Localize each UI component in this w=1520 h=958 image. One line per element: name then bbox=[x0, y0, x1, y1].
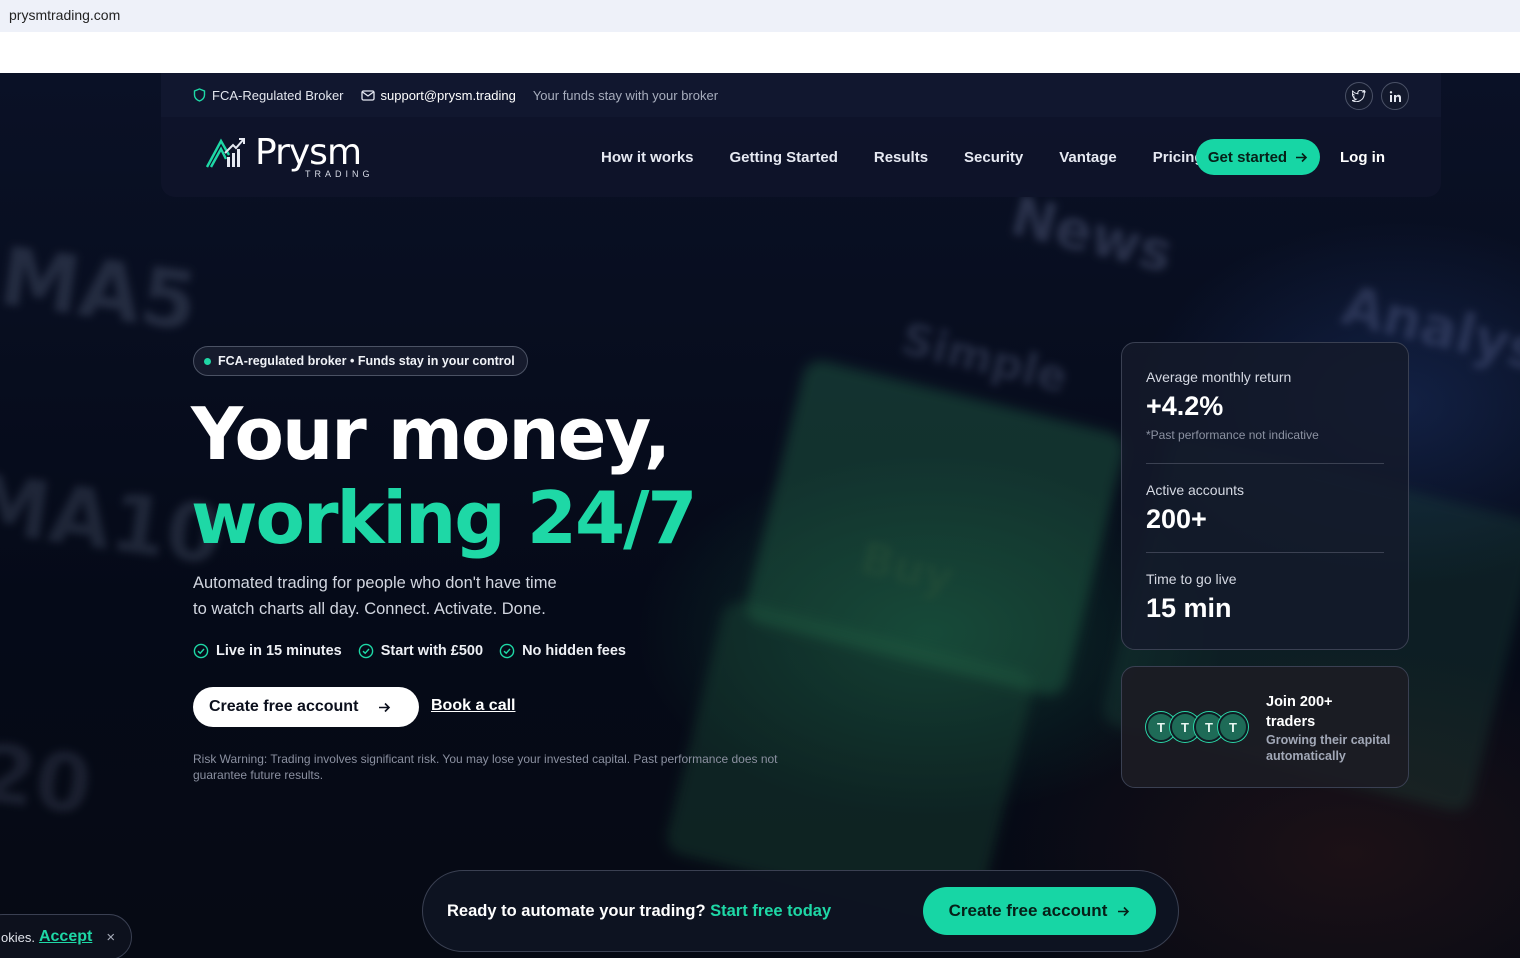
top-strip: FCA-Regulated Broker support@prysm.tradi… bbox=[161, 73, 1441, 117]
stat-monthly-return: Average monthly return +4.2% *Past perfo… bbox=[1146, 369, 1386, 442]
hero-badge-text: FCA-regulated broker • Funds stay in you… bbox=[218, 354, 515, 368]
cta-button-label: Create free account bbox=[948, 901, 1108, 920]
twitter-icon bbox=[1352, 90, 1366, 102]
avatar: T bbox=[1218, 712, 1248, 742]
hero-badge: FCA-regulated broker • Funds stay in you… bbox=[193, 346, 528, 376]
check-item: No hidden fees bbox=[499, 643, 626, 659]
logo-text: Prysm TRADING bbox=[255, 132, 374, 180]
social-links bbox=[1345, 82, 1409, 110]
hero-subtitle-line2: to watch charts all day. Connect. Activa… bbox=[193, 600, 546, 618]
linkedin-icon bbox=[1389, 90, 1401, 102]
funds-note-text: Your funds stay with your broker bbox=[532, 87, 719, 103]
logo-wordmark: Prysm bbox=[255, 132, 362, 173]
book-call-link[interactable]: Book a call bbox=[431, 697, 515, 715]
join-subtitle: Growing their capital automatically bbox=[1266, 733, 1391, 763]
bg-word: 20 bbox=[0, 725, 98, 834]
main-nav: Prysm TRADING How it works Getting Start… bbox=[161, 117, 1441, 197]
cta-text: Ready to automate your trading? Start fr… bbox=[447, 902, 831, 921]
check-item: Live in 15 minutes bbox=[193, 643, 342, 659]
cta-accent: Start free today bbox=[710, 902, 832, 920]
cookie-banner: okies. Accept × bbox=[0, 914, 132, 958]
nav-security[interactable]: Security bbox=[964, 149, 1023, 166]
support-email[interactable]: support@prysm.trading bbox=[360, 87, 516, 103]
hero-title-line2: working 24/7 bbox=[191, 476, 698, 560]
shield-icon bbox=[193, 88, 206, 102]
join-title: Join 200+ traders bbox=[1266, 694, 1333, 730]
nav-how-it-works[interactable]: How it works bbox=[601, 149, 694, 166]
create-account-button[interactable]: Create free account bbox=[193, 687, 419, 727]
arrow-right-icon bbox=[1118, 906, 1130, 916]
check-circle-icon bbox=[193, 643, 209, 659]
check-circle-icon bbox=[358, 643, 374, 659]
cookie-accept-link[interactable]: Accept bbox=[39, 928, 92, 946]
avatar-group: T T T T bbox=[1146, 712, 1248, 742]
stat-label: Time to go live bbox=[1146, 571, 1237, 587]
stats-card: Average monthly return +4.2% *Past perfo… bbox=[1121, 342, 1409, 650]
fca-label: FCA-Regulated Broker bbox=[212, 87, 344, 103]
status-dot-icon bbox=[204, 357, 211, 365]
check-item-label: Start with £500 bbox=[380, 643, 484, 659]
logo-chart-icon bbox=[205, 138, 245, 168]
bg-word: MA5 bbox=[0, 229, 203, 350]
check-circle-icon bbox=[499, 643, 515, 659]
hero-title-line1: Your money, bbox=[191, 392, 671, 476]
close-icon[interactable]: × bbox=[106, 929, 115, 946]
stat-divider bbox=[1146, 463, 1384, 464]
check-item-label: No hidden fees bbox=[522, 643, 626, 659]
cta-create-account-button[interactable]: Create free account bbox=[923, 887, 1156, 935]
stat-value: 200+ bbox=[1146, 504, 1207, 534]
linkedin-link[interactable] bbox=[1381, 82, 1409, 110]
logo[interactable]: Prysm TRADING bbox=[205, 135, 374, 179]
browser-spacer bbox=[0, 32, 1520, 73]
browser-url-bar[interactable]: prysmtrading.com bbox=[0, 0, 1520, 32]
get-started-label: Get started bbox=[1207, 148, 1288, 166]
create-account-label: Create free account bbox=[209, 698, 359, 715]
stat-value: +4.2% bbox=[1146, 391, 1224, 421]
stat-divider bbox=[1146, 552, 1384, 553]
cta-bar: Ready to automate your trading? Start fr… bbox=[422, 870, 1179, 952]
url-text: prysmtrading.com bbox=[9, 7, 121, 23]
get-started-button[interactable]: Get started bbox=[1196, 139, 1320, 175]
cookie-text: okies. bbox=[1, 929, 35, 945]
risk-warning: Risk Warning: Trading involves significa… bbox=[193, 752, 778, 782]
stat-value: 15 min bbox=[1146, 593, 1232, 623]
nav-results[interactable]: Results bbox=[874, 149, 928, 166]
stat-label: Active accounts bbox=[1146, 482, 1245, 498]
stat-active-accounts: Active accounts 200+ bbox=[1146, 482, 1386, 535]
stat-note: *Past performance not indicative bbox=[1146, 428, 1319, 442]
cta-question: Ready to automate your trading? bbox=[447, 902, 706, 920]
bg-word: News bbox=[1004, 184, 1180, 285]
funds-note: Your funds stay with your broker bbox=[533, 88, 718, 103]
mail-icon bbox=[360, 89, 375, 101]
arrow-right-icon bbox=[379, 702, 391, 712]
email-link: support@prysm.trading bbox=[380, 87, 516, 103]
login-link[interactable]: Log in bbox=[1340, 149, 1385, 166]
nav-getting-started[interactable]: Getting Started bbox=[730, 149, 838, 166]
stat-label: Average monthly return bbox=[1146, 369, 1292, 385]
nav-vantage[interactable]: Vantage bbox=[1059, 149, 1117, 166]
stat-time-to-live: Time to go live 15 min bbox=[1146, 571, 1386, 624]
hero-checklist: Live in 15 minutes Start with £500 No hi… bbox=[193, 643, 626, 659]
nav-links: How it works Getting Started Results Sec… bbox=[601, 139, 1240, 175]
twitter-link[interactable] bbox=[1345, 82, 1373, 110]
hero-subtitle-line1: Automated trading for people who don't h… bbox=[193, 574, 557, 592]
check-item-label: Live in 15 minutes bbox=[216, 643, 342, 659]
check-item: Start with £500 bbox=[358, 643, 483, 659]
arrow-right-icon bbox=[1296, 152, 1308, 162]
join-card: T T T T Join 200+ traders Growing their … bbox=[1121, 666, 1409, 788]
logo-subtitle: TRADING bbox=[305, 169, 374, 179]
page: MA5 MA10 20 News Simple Analysis Buy FCA… bbox=[0, 73, 1520, 958]
fca-notice: FCA-Regulated Broker bbox=[193, 88, 344, 103]
